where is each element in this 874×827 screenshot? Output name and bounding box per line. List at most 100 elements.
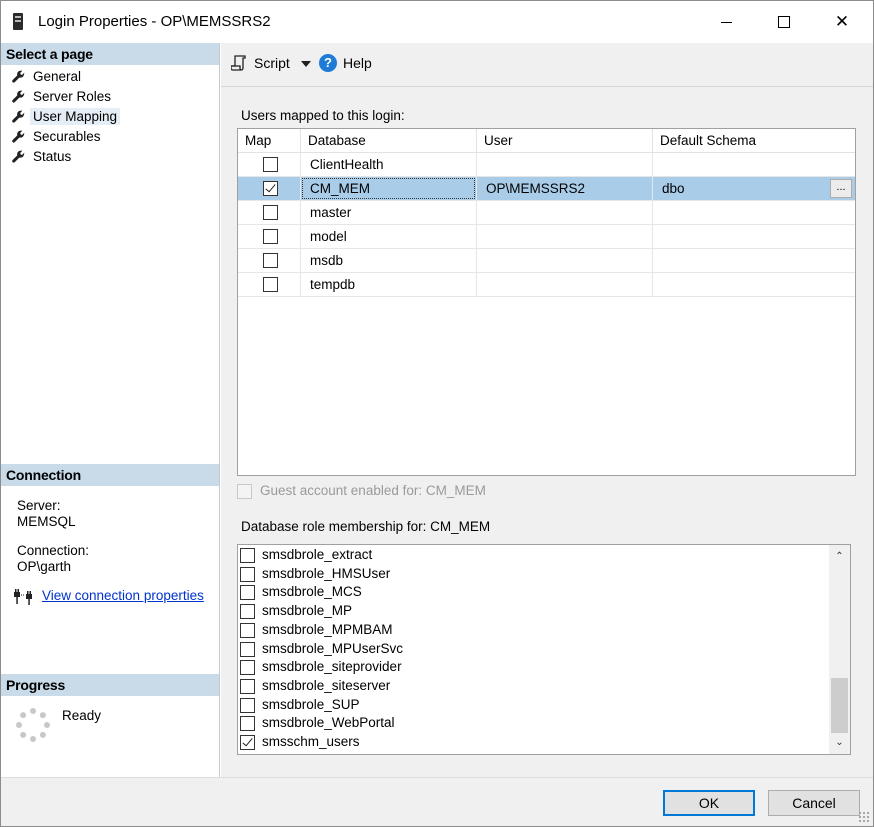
help-icon[interactable]: ? (319, 54, 337, 72)
close-button[interactable]: ✕ (813, 1, 871, 43)
maximize-button[interactable] (755, 1, 813, 43)
map-checkbox[interactable] (263, 181, 278, 196)
schema-cell[interactable] (653, 201, 855, 225)
resize-grip-icon[interactable] (858, 811, 870, 823)
user-mapping-grid: Map Database User Default Schema ClientH… (237, 128, 856, 476)
title-bar: Login Properties - OP\MEMSSRS2 ✕ (1, 1, 873, 43)
page-label: Server Roles (33, 89, 112, 104)
list-item[interactable]: smsdbrole_WebPortal (240, 714, 826, 733)
page-item-securables[interactable]: Securables (1, 127, 219, 147)
script-icon[interactable] (231, 55, 247, 71)
script-dropdown-arrow-icon[interactable] (301, 61, 311, 67)
page-list: General Server Roles User Mapping Secura… (1, 67, 219, 167)
table-row[interactable]: msdb (238, 249, 855, 273)
role-checkbox[interactable] (240, 622, 255, 638)
role-checkbox[interactable] (240, 548, 255, 563)
map-checkbox[interactable] (263, 157, 278, 172)
left-pane: Select a page General Server Roles User … (1, 43, 220, 777)
table-row[interactable]: CM_MEM OP\MEMSSRS2 dbo ... (238, 177, 855, 201)
schema-cell[interactable] (653, 249, 855, 273)
table-row[interactable]: master (238, 201, 855, 225)
page-item-user-mapping[interactable]: User Mapping (1, 107, 219, 127)
table-row[interactable]: tempdb (238, 273, 855, 297)
column-header-default-schema[interactable]: Default Schema (653, 129, 855, 153)
role-checkbox[interactable] (240, 678, 255, 694)
page-label: General (33, 69, 82, 84)
database-cell[interactable]: tempdb (301, 273, 477, 297)
user-cell[interactable] (477, 153, 653, 177)
role-label: smsschm_users (262, 734, 360, 749)
map-checkbox[interactable] (263, 229, 278, 244)
map-checkbox[interactable] (263, 277, 278, 292)
progress-spinner-icon (16, 708, 50, 742)
map-cell (238, 225, 301, 249)
map-checkbox[interactable] (263, 205, 278, 220)
role-checkbox[interactable] (240, 716, 255, 732)
column-header-database[interactable]: Database (301, 129, 477, 153)
database-cell[interactable]: CM_MEM (301, 177, 477, 201)
list-item[interactable]: smsdbrole_MCS (240, 583, 826, 602)
page-item-server-roles[interactable]: Server Roles (1, 87, 219, 107)
schema-cell[interactable]: dbo ... (653, 177, 855, 201)
list-item[interactable]: smsdbrole_MPUserSvc (240, 640, 826, 659)
database-cell[interactable]: model (301, 225, 477, 249)
role-checkbox[interactable] (240, 585, 255, 601)
browse-schema-button[interactable]: ... (830, 179, 852, 198)
list-item[interactable]: smsschm_users (240, 733, 826, 752)
help-button[interactable]: Help (343, 55, 372, 71)
dialog-footer: OK Cancel (1, 777, 873, 826)
schema-cell[interactable] (653, 153, 855, 177)
user-cell[interactable] (477, 201, 653, 225)
guest-account-checkbox[interactable] (237, 484, 252, 499)
user-cell[interactable] (477, 273, 653, 297)
role-checkbox[interactable] (240, 604, 255, 620)
scroll-up-icon[interactable]: ⌃ (829, 548, 850, 565)
role-checkbox[interactable] (240, 660, 255, 676)
schema-cell[interactable] (653, 225, 855, 249)
vertical-scrollbar[interactable]: ⌃ ⌄ (829, 545, 850, 754)
table-row[interactable]: model (238, 225, 855, 249)
role-label: smsdbrole_SUP (262, 696, 360, 712)
role-label: smsdbrole_extract (262, 547, 373, 562)
page-item-status[interactable]: Status (1, 147, 219, 167)
list-item[interactable]: smsdbrole_MP (240, 602, 826, 621)
list-item[interactable]: smsdbrole_siteprovider (240, 658, 826, 677)
scroll-down-icon[interactable]: ⌄ (829, 734, 850, 751)
user-cell[interactable]: OP\MEMSSRS2 (477, 177, 653, 201)
server-value: MEMSQL (17, 514, 76, 529)
database-cell[interactable]: msdb (301, 249, 477, 273)
map-checkbox[interactable] (263, 253, 278, 268)
database-cell[interactable]: ClientHealth (301, 153, 477, 177)
page-item-general[interactable]: General (1, 67, 219, 87)
maximize-icon (778, 16, 790, 28)
database-cell[interactable]: master (301, 201, 477, 225)
wrench-icon (12, 90, 25, 103)
view-connection-properties-link[interactable]: View connection properties (42, 588, 204, 603)
role-checkbox[interactable] (240, 735, 255, 750)
script-button[interactable]: Script (254, 55, 290, 71)
connection-value: OP\garth (17, 559, 72, 574)
list-item[interactable]: smsdbrole_HMSUser (240, 565, 826, 584)
cancel-button[interactable]: Cancel (768, 790, 860, 816)
page-label: Status (33, 149, 72, 164)
list-item[interactable]: smsdbrole_extract (240, 546, 826, 565)
scroll-thumb[interactable] (831, 678, 848, 733)
user-cell[interactable] (477, 225, 653, 249)
role-membership-label: Database role membership for: CM_MEM (241, 519, 491, 534)
column-header-map[interactable]: Map (238, 129, 301, 153)
schema-cell[interactable] (653, 273, 855, 297)
list-item[interactable]: smsdbrole_siteserver (240, 677, 826, 696)
role-checkbox[interactable] (240, 641, 255, 657)
list-item[interactable]: smsdbrole_SUP (240, 696, 826, 715)
role-label: smsdbrole_MPMBAM (262, 621, 393, 637)
role-membership-list: smsdbrole_extract smsdbrole_HMSUser smsd… (237, 544, 851, 755)
ok-button[interactable]: OK (663, 790, 755, 816)
table-row[interactable]: ClientHealth (238, 153, 855, 177)
column-header-user[interactable]: User (477, 129, 653, 153)
list-item[interactable]: smsdbrole_MPMBAM (240, 621, 826, 640)
role-checkbox[interactable] (240, 697, 255, 713)
progress-header: Progress (1, 674, 219, 696)
user-cell[interactable] (477, 249, 653, 273)
minimize-button[interactable] (697, 1, 755, 43)
role-checkbox[interactable] (240, 566, 255, 582)
